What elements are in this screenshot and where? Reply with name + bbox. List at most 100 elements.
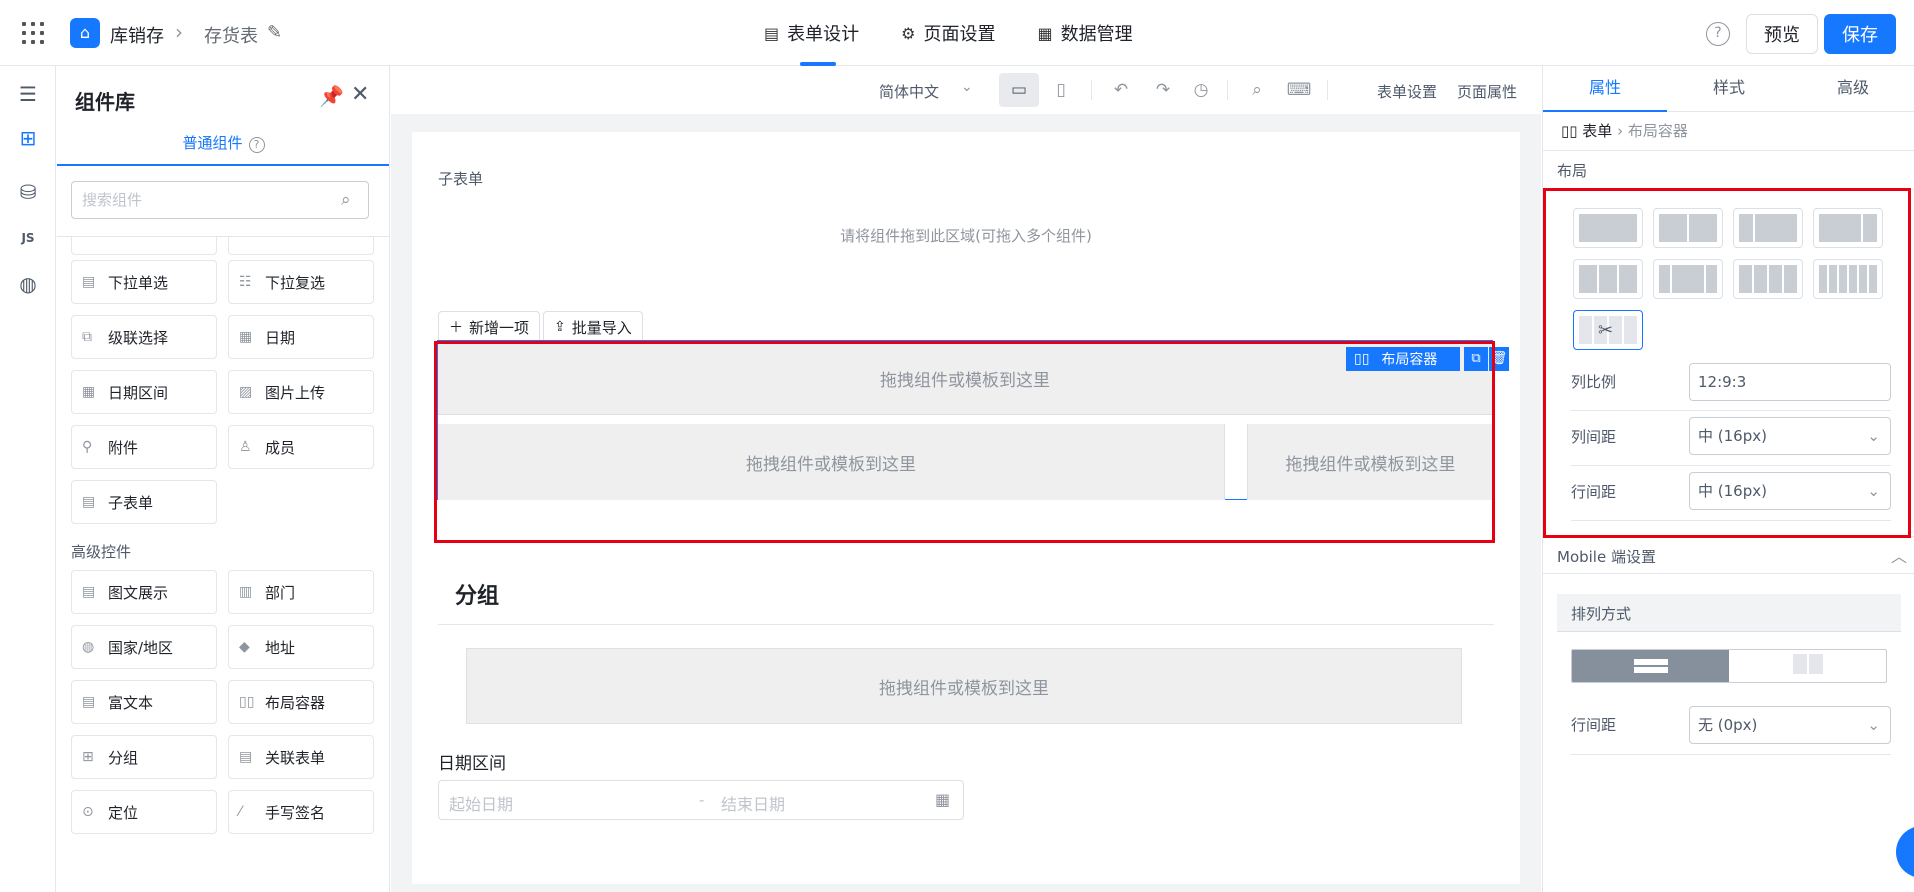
add-item-button[interactable]: ＋ 新增一项 (438, 311, 541, 343)
subform-title: 子表单 (438, 170, 484, 188)
component-location[interactable]: ⊙ 定位 (71, 790, 217, 834)
component-image-upload[interactable]: ▨ 图片上传 (228, 370, 374, 414)
table-icon: ▦ (1037, 23, 1053, 43)
tab-common-components[interactable]: 普通组件? (57, 132, 389, 166)
start-date-placeholder[interactable]: 起始日期 (449, 791, 513, 815)
calendar-icon[interactable]: ▦ (935, 790, 950, 809)
component-label: 下拉单选 (108, 273, 169, 292)
component-group[interactable]: ⊞ 分组 (71, 735, 217, 779)
component-rich-text[interactable]: ▤ 富文本 (71, 680, 217, 724)
upload-icon: ⇪ (554, 319, 566, 335)
database-icon[interactable]: ⛁ (14, 178, 42, 206)
properties-tabs: 属性 样式 高级 (1543, 66, 1914, 112)
mobile-settings-header[interactable]: Mobile 端设置 ︿ (1543, 536, 1914, 574)
tab-form-design[interactable]: ▤ 表单设计 (764, 0, 879, 66)
desktop-view-icon[interactable]: ▭ (999, 73, 1039, 107)
globe-icon[interactable]: ◍ (14, 270, 42, 298)
globe-icon: ◍ (82, 639, 95, 655)
divider (1327, 80, 1328, 100)
edit-icon[interactable]: ✎ (267, 22, 282, 43)
page-props-link[interactable]: 页面属性 (1457, 81, 1517, 102)
mobile-row-gap-select[interactable]: 无 (0px) ⌄ (1689, 706, 1891, 744)
tab-attributes[interactable]: 属性 (1543, 66, 1667, 112)
cascade-icon: ⧉ (82, 329, 92, 345)
tab-data-management[interactable]: ▦ 数据管理 (1037, 0, 1152, 66)
plus-icon: ＋ (449, 320, 463, 336)
tab-advanced[interactable]: 高级 (1791, 66, 1914, 111)
component-label: 手写签名 (265, 803, 326, 822)
chevron-up-icon[interactable]: ︿ (1891, 543, 1907, 567)
preview-button[interactable]: 预览 (1746, 14, 1818, 54)
component-dropdown-multi[interactable]: ☷ 下拉复选 (228, 260, 374, 304)
mobile-view-icon[interactable]: ▯ (1041, 73, 1081, 107)
component-cascade[interactable]: ⧉ 级联选择 (71, 315, 217, 359)
crumb-root[interactable]: 表单 (1582, 122, 1612, 140)
checklist-icon: ☷ (239, 274, 252, 290)
advanced-section-title: 高级控件 (71, 543, 132, 561)
component-list: ▭ ▭ ▤ 下拉单选 ☷ 下拉复选 ⧉ 级联选择 ▦ 日期 ▦ 日期区间 ▨ 图片上传 ⚲ 附… (57, 236, 389, 892)
redo-icon[interactable]: ↷ (1143, 73, 1183, 107)
help-icon[interactable]: ? (248, 137, 265, 153)
component-partial[interactable]: ▭ (228, 237, 374, 255)
search-icon[interactable]: ⌕ (1237, 73, 1277, 107)
component-partial[interactable]: ▭ (71, 237, 217, 255)
tab-page-settings[interactable]: ⚙ 页面设置 (901, 0, 1015, 66)
arrange-segmented[interactable] (1571, 649, 1887, 683)
group-drop-area[interactable]: 拖拽组件或模板到这里 (466, 648, 1462, 724)
component-subform[interactable]: ▤ 子表单 (71, 480, 217, 524)
app-name[interactable]: 库销存 (110, 22, 164, 48)
chevron-down-icon: ⌄ (1867, 716, 1880, 734)
history-icon[interactable]: ◷ (1181, 73, 1221, 107)
chevron-right-icon: › (1612, 122, 1628, 140)
close-icon[interactable]: ✕ (351, 82, 369, 107)
save-button[interactable]: 保存 (1824, 14, 1896, 54)
undo-icon[interactable]: ↶ (1101, 73, 1141, 107)
app-grid-icon[interactable] (22, 22, 44, 44)
outline-icon[interactable]: ☰ (14, 80, 42, 108)
component-related-form[interactable]: ▤ 关联表单 (228, 735, 374, 779)
component-dropdown-single[interactable]: ▤ 下拉单选 (71, 260, 217, 304)
pin-icon[interactable]: 📌 (319, 84, 344, 108)
component-label: 日期 (265, 328, 296, 347)
help-icon[interactable]: ? (1706, 22, 1730, 46)
component-label: 附件 (108, 438, 139, 457)
tab-label: 表单设计 (787, 24, 860, 45)
library-title: 组件库 (75, 90, 135, 114)
component-date-range[interactable]: ▦ 日期区间 (71, 370, 217, 414)
component-attachment[interactable]: ⚲ 附件 (71, 425, 217, 469)
divider (1091, 80, 1092, 100)
component-label: 图片上传 (265, 383, 326, 402)
component-image-text[interactable]: ▤ 图文展示 (71, 570, 217, 614)
arrange-stacked-option[interactable] (1572, 650, 1729, 682)
components-icon[interactable]: ⊞ (14, 124, 42, 152)
tab-style[interactable]: 样式 (1667, 66, 1791, 111)
subform-drop-hint[interactable]: 请将组件拖到此区域(可拖入多个组件) (412, 225, 1520, 246)
drop-text: 拖拽组件或模板到这里 (879, 679, 1049, 699)
chevron-down-icon[interactable]: ⌄ (961, 79, 973, 95)
tab-label: 数据管理 (1060, 24, 1133, 45)
language-select[interactable]: 简体中文 (879, 81, 939, 102)
bank-icon: ⌂ (70, 18, 100, 48)
form-settings-link[interactable]: 表单设置 (1377, 81, 1437, 102)
component-member[interactable]: ♙ 成员 (228, 425, 374, 469)
component-address[interactable]: ◆ 地址 (228, 625, 374, 669)
select-value: 无 (0px) (1698, 716, 1758, 734)
component-department[interactable]: ▥ 部门 (228, 570, 374, 614)
date-range-field[interactable]: 起始日期 - 结束日期 ▦ (438, 780, 964, 820)
end-date-placeholder[interactable]: 结束日期 (721, 791, 785, 815)
component-layout-container[interactable]: ▯▯ 布局容器 (228, 680, 374, 724)
search-input[interactable] (71, 181, 369, 219)
js-icon[interactable]: JS (14, 224, 42, 252)
divider (1571, 754, 1891, 755)
batch-import-button[interactable]: ⇪ 批量导入 (543, 311, 643, 343)
component-country[interactable]: ◍ 国家/地区 (71, 625, 217, 669)
keyboard-icon[interactable]: ⌨ (1279, 73, 1319, 107)
component-date[interactable]: ▦ 日期 (228, 315, 374, 359)
component-library: 组件库 📌 ✕ 普通组件? ⌕ ▭ ▭ ▤ 下拉单选 ☷ 下拉复选 ⧉ 级联选择 ▦ 日… (57, 66, 390, 892)
document-icon: ▤ (239, 749, 253, 765)
search-icon[interactable]: ⌕ (341, 190, 351, 210)
columns-icon: ▯▯ (1561, 122, 1583, 140)
component-label: 定位 (108, 803, 139, 822)
component-signature[interactable]: ⁄ 手写签名 (228, 790, 374, 834)
arrange-side-option[interactable] (1729, 650, 1886, 682)
